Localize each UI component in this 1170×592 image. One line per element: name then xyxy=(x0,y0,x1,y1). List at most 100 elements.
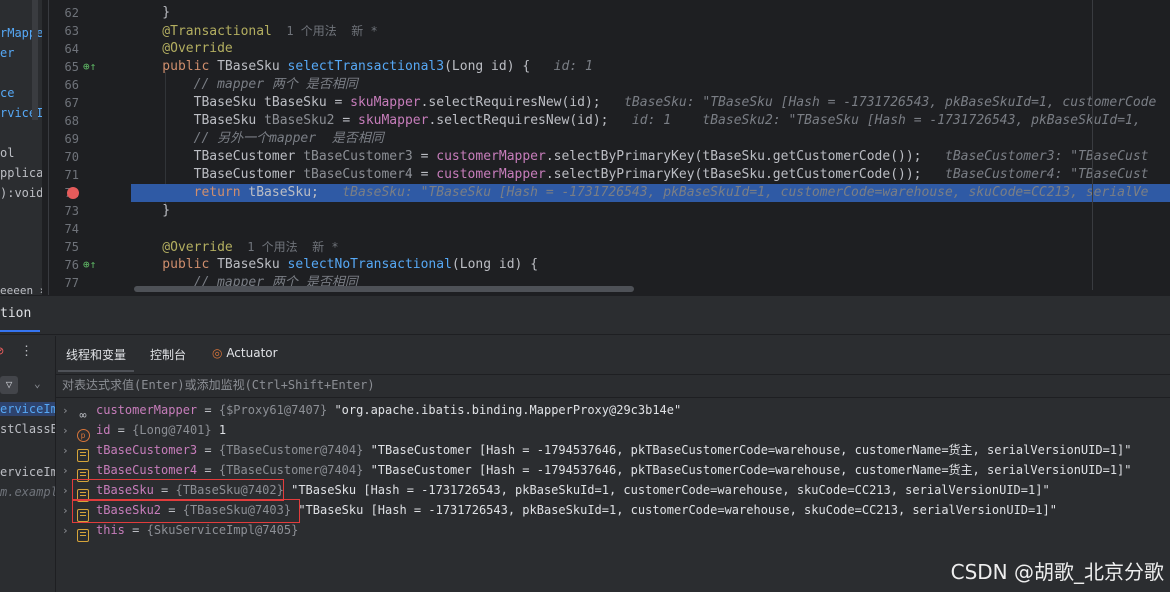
line-number[interactable]: 62 xyxy=(49,6,79,20)
code-line[interactable]: @Override xyxy=(131,40,232,58)
tree-item[interactable]: er xyxy=(0,46,14,60)
line-number[interactable]: 67 xyxy=(49,96,79,110)
code-token: TBaseSku xyxy=(217,257,288,272)
code-line[interactable]: TBaseCustomer tBaseCustomer3 = customerM… xyxy=(131,148,1149,166)
line-number[interactable]: 64 xyxy=(49,42,79,56)
code-token: tBaseCustomer4: "TBaseCust xyxy=(937,167,1149,182)
code-line[interactable]: public TBaseSku selectTransactional3(Lon… xyxy=(131,58,593,76)
line-number[interactable]: 71 xyxy=(49,168,79,182)
more-options-icon[interactable]: ⋮ xyxy=(20,344,33,359)
field-icon xyxy=(76,465,90,482)
variable-value: "TBaseSku [Hash = -1731726543, pkBaseSku… xyxy=(291,483,1050,497)
chevron-right-icon[interactable]: › xyxy=(62,401,76,421)
implements-method-icon[interactable]: ⊕↑ xyxy=(83,258,97,272)
equals-sign: = xyxy=(197,443,219,457)
code-token: skuMapper xyxy=(358,113,429,128)
variable-row[interactable]: › ∞ customerMapper = {$Proxy61@7407} "org.… xyxy=(62,400,681,422)
tree-item[interactable]: ):void xyxy=(0,186,42,200)
tab-console[interactable]: 控制台 xyxy=(150,346,186,363)
code-line[interactable]: public TBaseSku selectNoTransactional(Lo… xyxy=(131,256,538,274)
code-token: tBaseCustomer3: "TBaseCust xyxy=(937,149,1149,164)
line-number[interactable]: 70 xyxy=(49,150,79,164)
variable-value: "TBaseCustomer [Hash = -1794537646, pkTB… xyxy=(370,463,1132,477)
variable-name: tBaseCustomer4 xyxy=(96,463,198,477)
tree-item[interactable]: ce xyxy=(0,86,14,100)
code-token: id: 1 tBaseSku2: "TBaseSku [Hash = -1731… xyxy=(624,113,1141,128)
frame-item[interactable]: erviceIm xyxy=(0,402,55,416)
equals-sign: = xyxy=(124,523,147,537)
line-number[interactable]: 76 xyxy=(49,258,79,272)
horizontal-scrollbar[interactable] xyxy=(134,286,634,292)
line-number[interactable]: 69 xyxy=(49,132,79,146)
line-number[interactable]: 63 xyxy=(49,24,79,38)
code-token: tBaseCustomer3 xyxy=(303,149,413,164)
frame-item[interactable]: erviceIm xyxy=(0,465,55,479)
line-number[interactable]: 68 xyxy=(49,114,79,128)
debug-tool-window-title[interactable]: tion xyxy=(0,306,31,321)
highlight-box-tbasesku2 xyxy=(72,499,300,523)
code-line[interactable]: @Transactional 1 个用法 新 * xyxy=(131,22,377,40)
code-line[interactable]: } xyxy=(131,4,170,22)
variable-name: id xyxy=(96,423,111,437)
breakpoint-icon[interactable] xyxy=(67,187,79,199)
code-token: // 另外一个mapper 是否相同 xyxy=(131,131,384,146)
code-line[interactable]: return tBaseSku; tBaseSku: "TBaseSku [Ha… xyxy=(131,184,1149,202)
tree-scrollbar[interactable] xyxy=(32,0,38,120)
line-number[interactable]: 73 xyxy=(49,204,79,218)
chevron-down-icon[interactable]: ⌄ xyxy=(34,377,41,390)
evaluate-expression-input[interactable] xyxy=(62,377,662,393)
variable-name: customerMapper xyxy=(96,403,198,417)
code-token: selectNoTransactional xyxy=(287,257,452,272)
code-editor[interactable]: rMapper er ce rviceImpl ol pplicat ):voi… xyxy=(0,0,1170,295)
code-line[interactable]: // mapper 两个 是否相同 xyxy=(131,76,358,94)
code-line[interactable]: @Override 1 个用法 新 * xyxy=(131,238,338,256)
chevron-right-icon[interactable]: › xyxy=(62,421,76,441)
code-token: customerMapper xyxy=(436,149,546,164)
code-line[interactable]: TBaseSku tBaseSku2 = skuMapper.selectReq… xyxy=(131,112,1141,130)
tab-actuator[interactable]: ◎ Actuator xyxy=(212,346,278,360)
line-number[interactable]: 74 xyxy=(49,222,79,236)
tab-threads-variables[interactable]: 线程和变量 xyxy=(66,346,126,363)
code-line[interactable]: TBaseSku tBaseSku = skuMapper.selectRequ… xyxy=(131,94,1157,112)
frame-item[interactable]: stClassB xyxy=(0,422,55,436)
variable-row[interactable]: › p id = {Long@7401} 1 xyxy=(62,420,226,442)
code-token: tBaseSku: "TBaseSku [Hash = -1731726543,… xyxy=(616,95,1157,110)
frames-list[interactable]: erviceIm stClassB erviceIm m.exampl xyxy=(0,396,55,592)
code-token: = xyxy=(412,167,437,182)
line-number[interactable]: 77 xyxy=(49,276,79,290)
chevron-right-icon[interactable]: › xyxy=(62,461,76,481)
chevron-right-icon[interactable]: › xyxy=(62,521,76,541)
variable-row[interactable]: › tBaseCustomer3 = {TBaseCustomer@7404} "… xyxy=(62,440,1132,462)
implements-method-icon[interactable]: ⊕↑ xyxy=(83,60,97,74)
variable-row[interactable]: › this = {SkuServiceImpl@7405} xyxy=(62,520,298,542)
variable-row[interactable]: › tBaseCustomer4 = {TBaseCustomer@7404} "… xyxy=(62,460,1132,482)
filter-icon[interactable]: ▽ xyxy=(0,376,18,394)
line-number[interactable]: 65 xyxy=(49,60,79,74)
line-number[interactable]: 66 xyxy=(49,78,79,92)
tab-underline xyxy=(58,370,134,372)
code-token: selectTransactional3 xyxy=(287,59,445,74)
code-line[interactable]: // 另外一个mapper 是否相同 xyxy=(131,130,384,148)
tree-item[interactable]: ol xyxy=(0,146,14,160)
code-token: tBaseSku; xyxy=(248,185,335,200)
line-number[interactable]: 75 xyxy=(49,240,79,254)
frame-item[interactable]: m.exampl xyxy=(0,485,55,499)
tree-item[interactable]: pplicat xyxy=(0,166,42,180)
equals-sign: = xyxy=(197,403,219,417)
divider xyxy=(0,334,1170,335)
line-gutter[interactable]: 62636465666768697071727374757677⊕↑⊕↑ xyxy=(48,0,131,295)
code-line[interactable]: } xyxy=(131,202,170,220)
active-tab-indicator xyxy=(0,330,40,332)
code-token: .selectByPrimaryKey(tBaseSku.getCustomer… xyxy=(545,149,938,164)
chevron-right-icon[interactable]: › xyxy=(62,441,76,461)
code-token: // mapper 两个 是否相同 xyxy=(131,77,358,92)
code-line[interactable]: TBaseCustomer tBaseCustomer4 = customerM… xyxy=(131,166,1149,184)
equals-sign: = xyxy=(197,463,219,477)
variable-name: this xyxy=(96,523,125,537)
project-tree-strip[interactable]: rMapper er ce rviceImpl ol pplicat ):voi… xyxy=(0,0,42,295)
code-token: id: 1 xyxy=(545,59,593,74)
tree-item[interactable]: eeeen × xyxy=(0,284,42,295)
code-token: tBaseCustomer4 xyxy=(303,167,413,182)
variable-type: {Long@7401} xyxy=(132,423,212,437)
mute-breakpoints-icon[interactable]: ⊘ xyxy=(0,344,4,359)
